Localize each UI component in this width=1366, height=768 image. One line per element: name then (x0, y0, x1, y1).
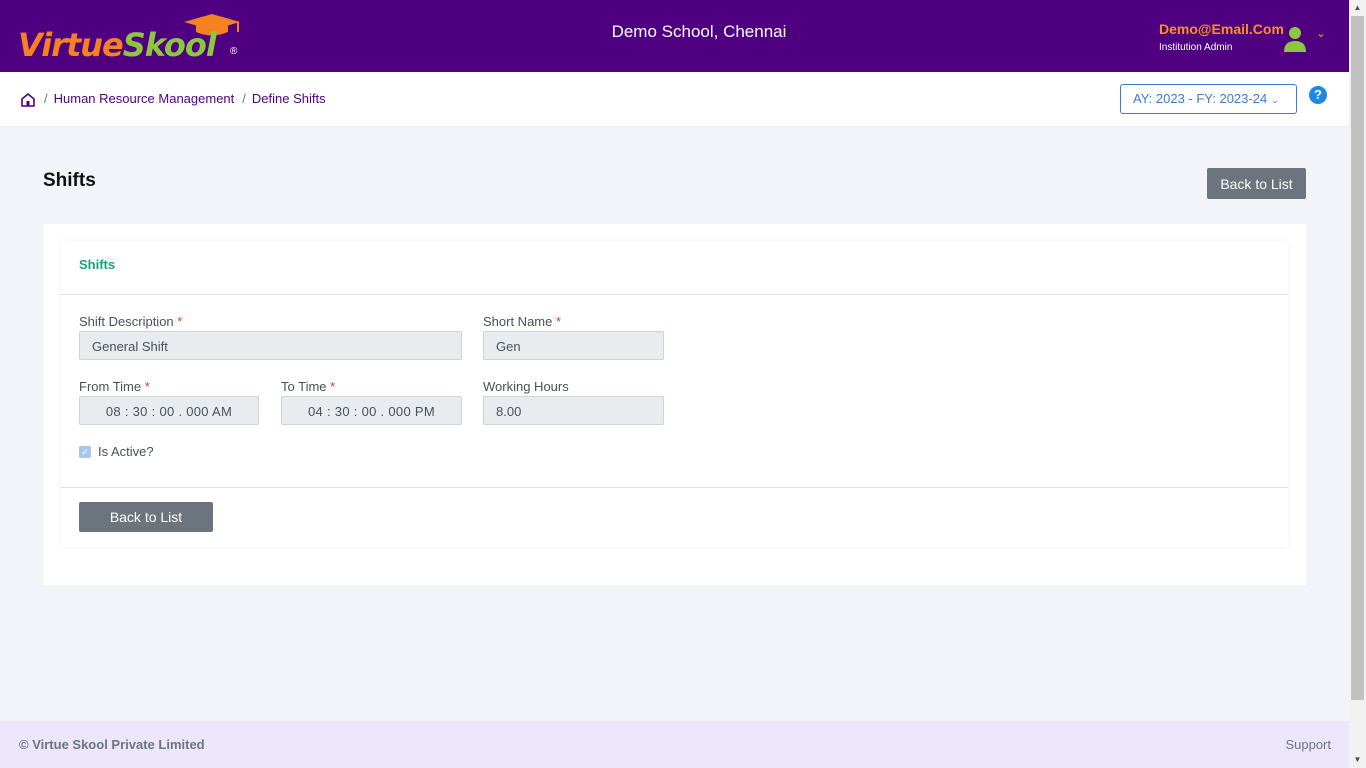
is-active-checkbox-row[interactable]: ✓ Is Active? (79, 444, 154, 459)
back-to-list-bottom-button[interactable]: Back to List (79, 502, 213, 532)
breadcrumb-item-hrm[interactable]: Human Resource Management (54, 91, 235, 106)
logo-registered-mark: ® (230, 46, 238, 57)
scroll-down-arrow-icon[interactable]: ▼ (1349, 753, 1366, 767)
is-active-checkbox[interactable]: ✓ (79, 445, 91, 458)
chevron-down-icon: ⌄ (1271, 95, 1279, 105)
copyright-text: © Virtue Skool Private Limited (19, 737, 205, 752)
to-time-label-text: To Time (281, 379, 327, 394)
user-email: Demo@Email.Com (1159, 21, 1284, 37)
home-icon[interactable] (20, 92, 36, 108)
card-header-divider (61, 294, 1288, 295)
breadcrumb-separator: / (242, 91, 246, 106)
shift-description-label-text: Shift Description (79, 314, 174, 329)
scrollbar-thumb[interactable] (1351, 16, 1364, 700)
short-name-label-text: Short Name (483, 314, 553, 329)
vertical-scrollbar[interactable]: ▲ ▼ (1349, 0, 1366, 768)
required-mark: * (144, 379, 150, 394)
from-time-field[interactable]: 08 : 30 : 00 . 000 AM (79, 396, 259, 425)
user-menu-chevron-down-icon[interactable]: ⌄ (1316, 26, 1326, 40)
user-avatar-icon[interactable] (1284, 26, 1306, 52)
back-to-list-button[interactable]: Back to List (1207, 168, 1306, 199)
support-link[interactable]: Support (1285, 737, 1331, 752)
working-hours-label: Working Hours (483, 379, 569, 394)
breadcrumb: / Human Resource Management / Define Shi… (44, 91, 334, 106)
to-time-label: To Time * (281, 379, 335, 394)
user-role: Institution Admin (1159, 42, 1233, 53)
help-icon[interactable]: ? (1309, 86, 1327, 104)
to-time-field[interactable]: 04 : 30 : 00 . 000 PM (281, 396, 462, 425)
shift-description-label: Shift Description * (79, 314, 182, 329)
academic-year-select[interactable]: AY: 2023 - FY: 2023-24 ⌄ (1120, 84, 1297, 114)
from-time-label-text: From Time (79, 379, 142, 394)
card-footer-divider (61, 487, 1288, 488)
card-title: Shifts (79, 257, 116, 272)
working-hours-field[interactable]: 8.00 (483, 396, 664, 425)
shift-description-field[interactable]: General Shift (79, 331, 462, 360)
breadcrumb-separator: / (44, 91, 48, 106)
scroll-up-arrow-icon[interactable]: ▲ (1349, 1, 1366, 15)
is-active-label: Is Active? (98, 444, 154, 459)
page-title: Shifts (43, 170, 96, 191)
from-time-label: From Time * (79, 379, 150, 394)
academic-year-label: AY: 2023 - FY: 2023-24 (1133, 91, 1268, 106)
short-name-field[interactable]: Gen (483, 331, 664, 360)
required-mark: * (556, 314, 562, 329)
top-header: VirtueSkool ® Demo School, Chennai Demo@… (0, 0, 1349, 72)
short-name-label: Short Name * (483, 314, 561, 329)
required-mark: * (177, 314, 183, 329)
page-footer: © Virtue Skool Private Limited Support (0, 721, 1349, 768)
breadcrumb-bar: / Human Resource Management / Define Shi… (0, 72, 1349, 126)
required-mark: * (330, 379, 336, 394)
shift-form-card (61, 241, 1288, 547)
user-info[interactable]: Demo@Email.Com Institution Admin (1159, 21, 1284, 53)
breadcrumb-item-define-shifts[interactable]: Define Shifts (252, 91, 326, 106)
